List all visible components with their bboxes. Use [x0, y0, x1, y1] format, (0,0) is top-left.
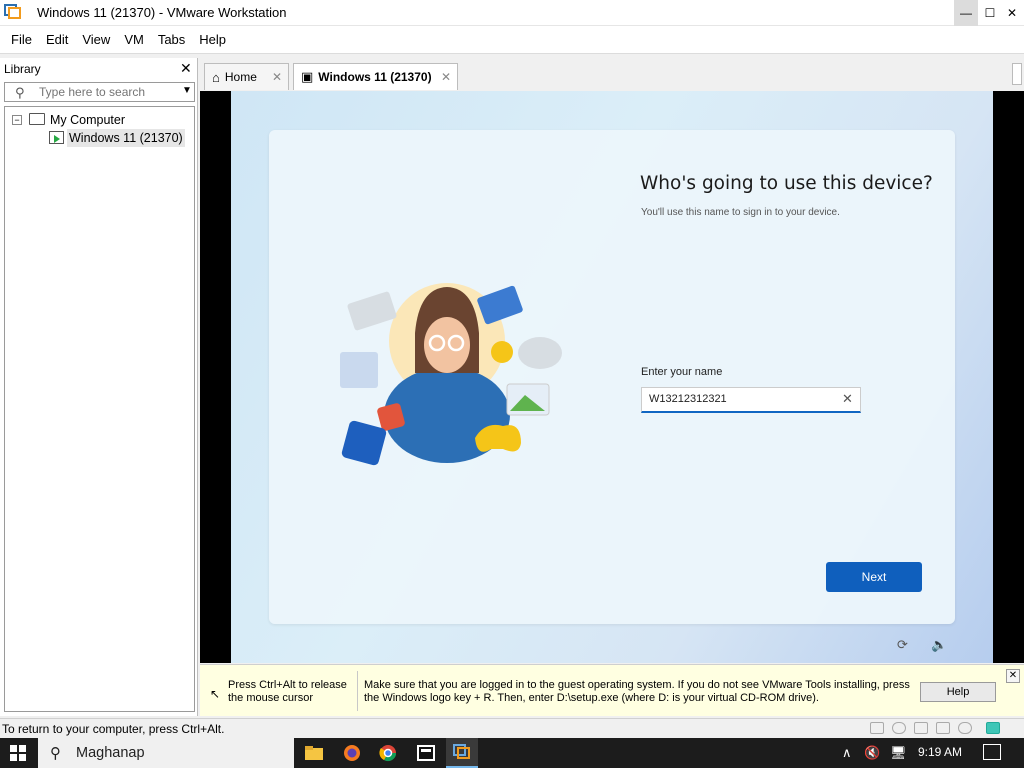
name-field-label: Enter your name [641, 366, 723, 378]
file-explorer-icon[interactable] [298, 738, 330, 768]
usb-icon[interactable] [936, 722, 950, 734]
hint-close-button[interactable]: ✕ [1006, 669, 1020, 683]
minimize-button[interactable]: — [954, 0, 978, 26]
next-button[interactable]: Next [826, 562, 922, 592]
chrome-icon[interactable] [372, 738, 404, 768]
hint-divider [357, 671, 358, 711]
close-button[interactable]: ✕ [1000, 0, 1024, 26]
clear-icon[interactable]: ✕ [842, 391, 853, 407]
library-panel: Library ✕ ⚲ ▼ − My Computer Windows 11 (… [0, 58, 198, 716]
name-input-value: W13212312321 [649, 393, 727, 405]
firefox-icon[interactable] [336, 738, 368, 768]
taskbar-search-text: Maghanap [76, 745, 145, 761]
vm-icon [49, 131, 64, 144]
tab-windows11[interactable]: ▣ Windows 11 (21370) ✕ [293, 63, 458, 90]
window-title: Windows 11 (21370) - VMware Workstation [37, 5, 287, 20]
hint-release-text: Press Ctrl+Alt to release the mouse curs… [228, 679, 347, 704]
hdd-icon[interactable] [870, 722, 884, 734]
network-icon[interactable]: 🖥 [890, 745, 907, 761]
tab-windows11-label: Windows 11 (21370) [318, 70, 432, 84]
oobe-title: Who's going to use this device? [640, 173, 933, 194]
chevron-down-icon[interactable]: ▼ [182, 85, 192, 96]
library-header: Library [4, 62, 41, 76]
library-search-input[interactable] [39, 85, 179, 99]
tree-collapse-toggle[interactable]: − [12, 115, 22, 125]
maximize-button[interactable]: ☐ [978, 0, 1002, 26]
network-icon[interactable] [914, 722, 928, 734]
search-icon: ⚲ [15, 85, 25, 100]
vmware-tools-hint-bar: ↖ Press Ctrl+Alt to release the mouse cu… [200, 664, 1024, 716]
mouse-cursor-icon: ↖ [210, 687, 221, 701]
oobe-subtitle: You'll use this name to sign in to your … [641, 207, 840, 218]
name-input[interactable]: W13212312321 ✕ [641, 387, 861, 413]
vmware-app-icon [4, 4, 21, 19]
menu-file[interactable]: File [4, 32, 39, 47]
library-search-box[interactable]: ⚲ ▼ [4, 82, 195, 102]
menu-help[interactable]: Help [192, 32, 233, 47]
notification-icon[interactable] [983, 744, 1001, 760]
vm-screen[interactable]: Who's going to use this device? You'll u… [231, 91, 993, 663]
menu-tabs[interactable]: Tabs [151, 32, 192, 47]
home-icon: ⌂ [212, 69, 220, 85]
library-tree: − My Computer Windows 11 (21370) [4, 106, 195, 712]
status-text: To return to your computer, press Ctrl+A… [2, 722, 225, 736]
menu-vm[interactable]: VM [117, 32, 151, 47]
7zip-icon[interactable] [410, 738, 442, 768]
tree-item-windows11[interactable]: Windows 11 (21370) [67, 129, 185, 147]
volume-muted-icon[interactable]: 🔇 [864, 745, 880, 761]
menu-edit[interactable]: Edit [39, 32, 75, 47]
tree-item-label: Windows 11 (21370) [69, 131, 183, 145]
windows-start-icon[interactable] [10, 745, 26, 761]
menu-view[interactable]: View [75, 32, 117, 47]
clock[interactable]: 9:19 AM [918, 745, 962, 759]
tab-windows11-close-icon[interactable]: ✕ [441, 70, 451, 84]
oobe-card: Who's going to use this device? You'll u… [269, 130, 955, 624]
accessibility-icon[interactable]: ⟳ [897, 637, 908, 653]
vm-status-icon[interactable] [986, 722, 1000, 734]
oobe-illustration [340, 283, 562, 466]
search-icon: ⚲ [50, 745, 61, 762]
tab-scroll-handle[interactable] [1012, 63, 1022, 85]
tab-strip: ⌂ Home ✕ ▣ Windows 11 (21370) ✕ [199, 58, 1024, 91]
title-bar: Windows 11 (21370) - VMware Workstation … [0, 0, 1024, 26]
library-close-button[interactable]: ✕ [180, 60, 192, 77]
menu-bar: File Edit View VM Tabs Help [0, 26, 1024, 54]
taskbar-search-box[interactable]: ⚲ Maghanap [38, 738, 294, 768]
vmware-icon[interactable] [446, 738, 478, 768]
tab-home-close-icon[interactable]: ✕ [272, 70, 282, 84]
tab-home[interactable]: ⌂ Home ✕ [204, 63, 289, 90]
sound-icon[interactable] [958, 722, 972, 734]
tray-chevron-up-icon[interactable]: ∧ [842, 745, 852, 761]
cdrom-icon[interactable] [892, 722, 906, 734]
vm-icon: ▣ [301, 69, 314, 84]
volume-icon[interactable]: 🔈 [931, 637, 947, 653]
status-bar: To return to your computer, press Ctrl+A… [0, 718, 1024, 738]
taskbar: ⚲ Maghanap ∧ 🔇 🖥 9:19 AM [0, 738, 1024, 768]
hint-help-button[interactable]: Help [920, 682, 996, 702]
tab-home-label: Home [224, 70, 257, 84]
computer-icon [29, 113, 45, 125]
tree-item-my-computer[interactable]: My Computer [50, 113, 125, 127]
hint-tools-text: Make sure that you are logged in to the … [364, 679, 910, 704]
